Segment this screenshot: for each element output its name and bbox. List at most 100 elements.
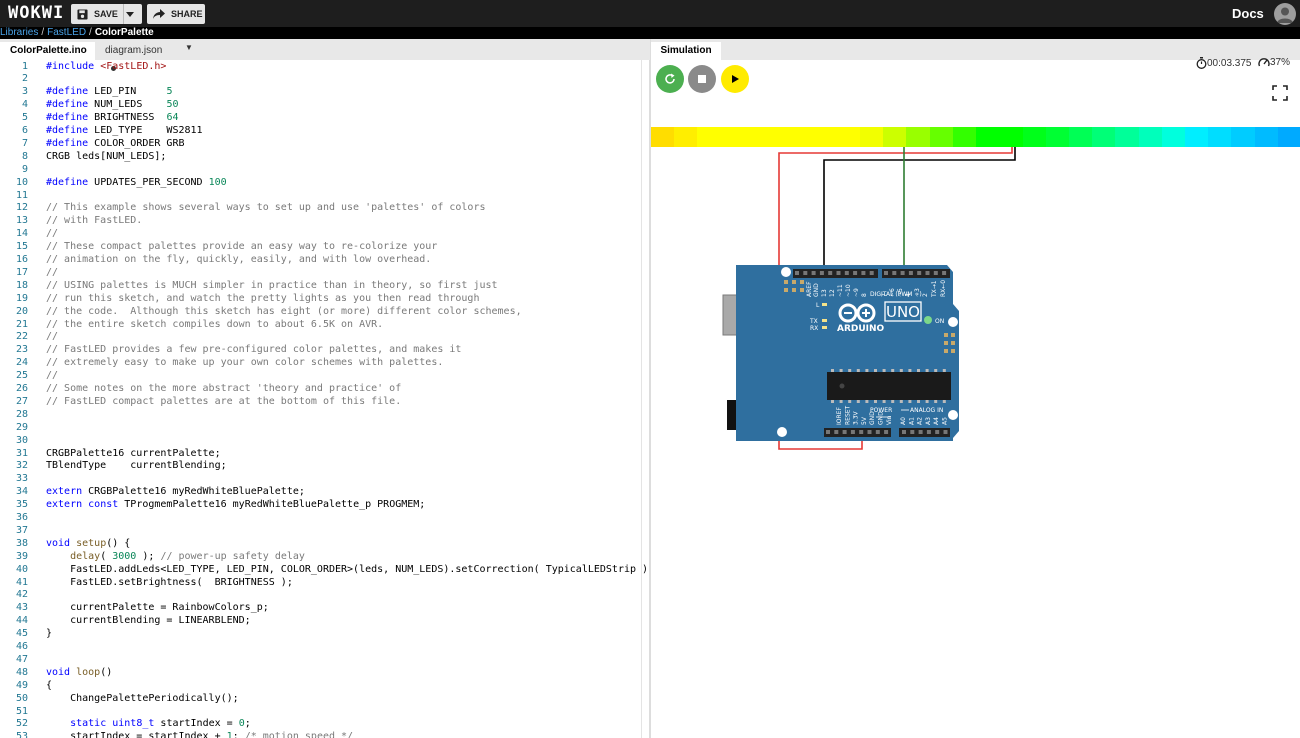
code-line[interactable]: 9 bbox=[0, 163, 640, 176]
code-line[interactable]: 40 FastLED.addLeds<LED_TYPE, LED_PIN, CO… bbox=[0, 563, 650, 576]
code-line[interactable]: 2 bbox=[0, 72, 640, 85]
line-content: // These compact palettes provide an eas… bbox=[46, 241, 438, 253]
line-content: currentPalette = RainbowColors_p; bbox=[46, 602, 269, 614]
chip-pin bbox=[917, 400, 920, 403]
code-line[interactable]: 19 // run this sketch, and watch the pret… bbox=[0, 292, 640, 305]
code-line[interactable]: 10 #define UPDATES_PER_SECOND 100 bbox=[0, 176, 640, 189]
line-content: // USING palettes is MUCH simpler in pra… bbox=[46, 279, 498, 291]
save-dropdown-button[interactable] bbox=[123, 4, 142, 24]
code-line[interactable]: 29 bbox=[0, 421, 640, 434]
code-line[interactable]: 18 // USING palettes is MUCH simpler in p… bbox=[0, 279, 640, 292]
code-area[interactable]: 1 #include <FastLED.h> 2 3 #define LED_PIN 5… bbox=[0, 60, 650, 738]
pin-hole bbox=[834, 430, 839, 434]
code-line[interactable]: 52 static uint8_t startIndex = 0; bbox=[0, 717, 640, 730]
code-line[interactable]: 49 { bbox=[0, 679, 640, 692]
code-line[interactable]: 27 // FastLED compact palettes are at the… bbox=[0, 395, 640, 408]
chip-pin bbox=[865, 369, 869, 372]
code-line[interactable]: 47 bbox=[0, 653, 640, 666]
code-line[interactable]: 51 bbox=[0, 705, 640, 718]
line-number: 25 bbox=[15, 370, 28, 382]
code-line[interactable]: 31 CRGBPalette16 currentPalette; bbox=[0, 447, 640, 460]
code-line[interactable]: 36 bbox=[0, 511, 640, 524]
code-line[interactable]: 28 bbox=[0, 408, 640, 421]
line-content: // bbox=[46, 370, 59, 382]
code-line[interactable]: 3 #define LED_PIN 5 bbox=[0, 85, 640, 98]
code-line[interactable]: 30 bbox=[0, 434, 640, 447]
user-avatar[interactable] bbox=[1274, 3, 1296, 25]
code-line[interactable]: 38 void setup() { bbox=[0, 537, 640, 550]
code-line[interactable]: 25 // bbox=[0, 369, 640, 382]
code-line[interactable]: 20 // the code. Although this sketch has … bbox=[0, 305, 640, 318]
code-line[interactable]: 7 #define COLOR_ORDER GRB bbox=[0, 137, 640, 150]
breadcrumb-separator: / bbox=[89, 27, 92, 38]
chip-pin bbox=[839, 369, 843, 372]
code-line[interactable]: 21 // the entire sketch compiles down to … bbox=[0, 318, 640, 331]
code-line[interactable]: 43 currentPalette = RainbowColors_p; bbox=[0, 601, 640, 614]
code-line[interactable]: 5 #define BRIGHTNESS 64 bbox=[0, 111, 640, 124]
code-line[interactable]: 42 bbox=[0, 588, 640, 601]
mount-hole bbox=[948, 410, 958, 420]
code-line[interactable]: 17 // bbox=[0, 266, 640, 279]
tab-menu-caret-icon[interactable]: ▼ bbox=[185, 43, 193, 52]
share-label: SHARE bbox=[171, 9, 203, 19]
code-line[interactable]: 11 bbox=[0, 189, 640, 202]
line-content: ChangePalettePeriodically(); bbox=[46, 692, 239, 704]
code-line[interactable]: 16 // animation on the fly, quickly, easi… bbox=[0, 253, 640, 266]
code-line[interactable]: 46 bbox=[0, 640, 640, 653]
code-line[interactable]: 23 // FastLED provides a few pre-configur… bbox=[0, 343, 640, 356]
tab-colorpalette-ino[interactable]: ColorPalette.ino bbox=[0, 42, 95, 60]
code-line[interactable]: 1 #include <FastLED.h> bbox=[0, 60, 640, 73]
line-number: 40 bbox=[15, 563, 28, 575]
scrollbar-track[interactable] bbox=[641, 60, 642, 738]
code-line[interactable]: 50 ChangePalettePeriodically(); bbox=[0, 692, 640, 705]
line-number: 30 bbox=[15, 434, 28, 446]
chip-pin bbox=[856, 369, 860, 372]
arduino-uno-board[interactable]: UNO ARDUINO ON TX RX L DIGITAL (PWM ~) A… bbox=[736, 265, 959, 441]
line-number: 51 bbox=[15, 705, 28, 717]
share-button[interactable]: SHARE bbox=[147, 4, 205, 24]
code-line[interactable]: 22 // bbox=[0, 330, 640, 343]
share-icon bbox=[153, 9, 165, 19]
line-number: 32 bbox=[15, 460, 28, 472]
save-button[interactable]: SAVE bbox=[71, 4, 123, 24]
line-content: void loop() bbox=[46, 666, 113, 678]
code-line[interactable]: 13 // with FastLED. bbox=[0, 214, 640, 227]
code-line[interactable]: 53 startIndex = startIndex + 1; /* motio… bbox=[0, 730, 640, 738]
chip-pin bbox=[882, 400, 886, 403]
line-number: 22 bbox=[15, 331, 28, 343]
chip-pin bbox=[917, 369, 920, 372]
code-line[interactable]: 34 extern CRGBPalette16 myRedWhiteBluePal… bbox=[0, 485, 640, 498]
chip-pin bbox=[848, 369, 852, 372]
line-content: extern const TProgmemPalette16 myRedWhit… bbox=[46, 499, 426, 511]
tab-diagram-json[interactable]: diagram.json bbox=[95, 42, 183, 71]
code-line[interactable]: 14 // bbox=[0, 227, 640, 240]
line-number: 5 bbox=[21, 112, 28, 124]
code-line[interactable]: 15 // These compact palettes provide an e… bbox=[0, 240, 640, 253]
code-line[interactable]: 12 // This example shows several ways to … bbox=[0, 201, 640, 214]
circuit-canvas[interactable]: UNO ARDUINO ON TX RX L DIGITAL (PWM ~) A… bbox=[651, 39, 1300, 738]
code-line[interactable]: 48 void loop() bbox=[0, 666, 640, 679]
code-line[interactable]: 45} bbox=[0, 627, 640, 640]
code-line[interactable]: 6 #define LED_TYPE WS2811 bbox=[0, 124, 640, 137]
breadcrumb-libraries[interactable]: Libraries bbox=[0, 27, 38, 38]
wire-gnd-black[interactable] bbox=[823, 147, 1016, 271]
code-line[interactable]: 32 TBlendType currentBlending; bbox=[0, 459, 640, 472]
code-line[interactable]: 4 #define NUM_LEDS 50 bbox=[0, 98, 640, 111]
wokwi-logo[interactable]: WOKWI bbox=[8, 3, 64, 23]
code-line[interactable]: 33 bbox=[0, 472, 640, 485]
code-line[interactable]: 44 currentBlending = LINEARBLEND; bbox=[0, 614, 640, 627]
chip-pin bbox=[856, 400, 860, 403]
pin-label: A0 bbox=[900, 417, 907, 425]
breadcrumb-fastled[interactable]: FastLED bbox=[47, 27, 86, 38]
docs-link[interactable]: Docs bbox=[1232, 6, 1264, 21]
code-line[interactable]: 24 // extremely easy to make up your own … bbox=[0, 356, 640, 369]
code-line[interactable]: 39 delay( 3000 ); // power-up safety del… bbox=[0, 550, 640, 563]
line-content: // animation on the fly, quickly, easily… bbox=[46, 254, 432, 265]
code-line[interactable]: 35 extern const TProgmemPalette16 myRedWh… bbox=[0, 498, 640, 511]
line-content: } bbox=[46, 628, 53, 640]
code-line[interactable]: 8 CRGB leds[NUM_LEDS]; bbox=[0, 150, 640, 163]
code-line[interactable]: 26 // Some notes on the more abstract 'th… bbox=[0, 382, 640, 395]
code-line[interactable]: 37 bbox=[0, 524, 640, 537]
code-line[interactable]: 41 FastLED.setBrightness( BRIGHTNESS ); bbox=[0, 576, 640, 589]
pin-hole bbox=[902, 430, 906, 434]
